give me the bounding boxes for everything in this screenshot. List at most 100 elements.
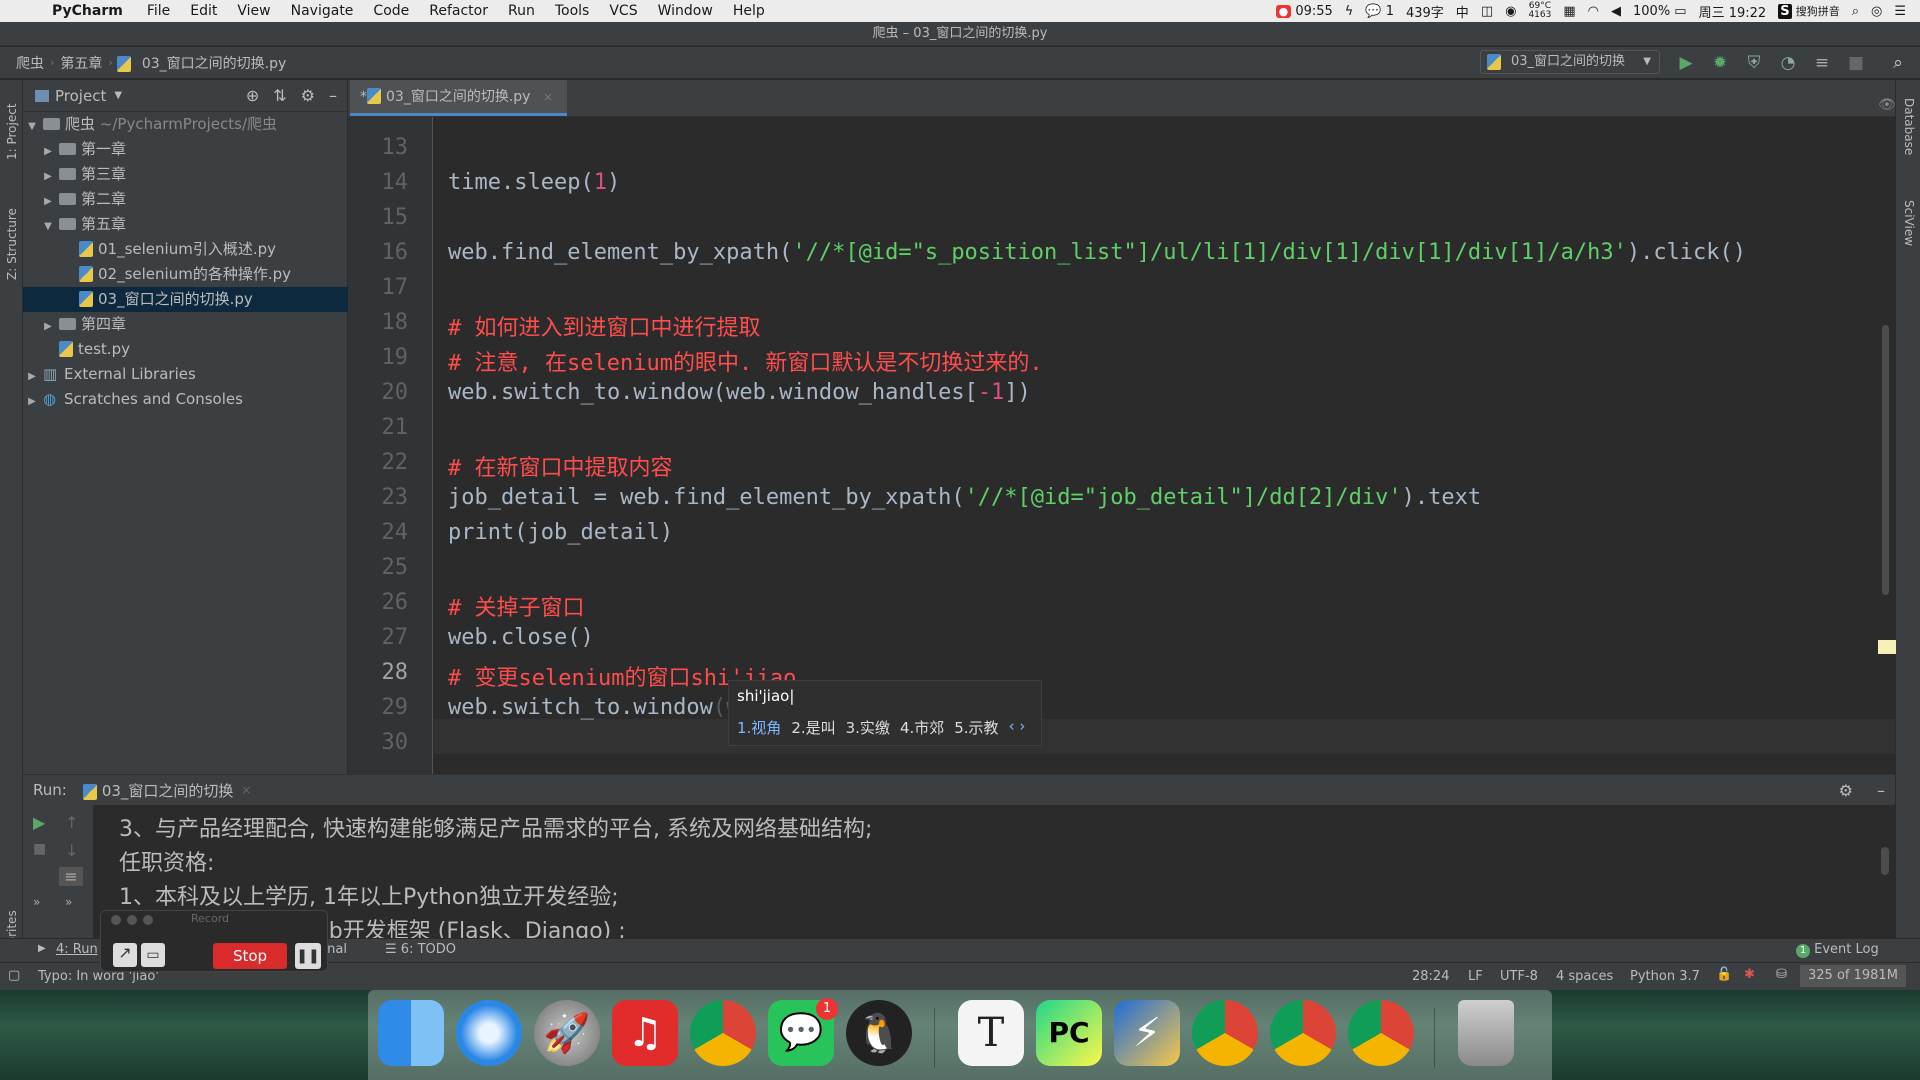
expand-arrow-icon[interactable]: ▼ (25, 114, 39, 139)
window-icon[interactable]: ▭ (141, 943, 165, 967)
tree-item-file-selected[interactable]: 03_窗口之间的切换.py (23, 287, 348, 312)
close-tab-icon[interactable]: × (241, 783, 251, 797)
project-view-select[interactable]: Project (55, 87, 106, 105)
menu-navigate[interactable]: Navigate (281, 3, 364, 19)
ime-candidate[interactable]: 4.市郊 (900, 717, 944, 738)
keyboard-icon[interactable]: ▦ (1563, 4, 1575, 19)
file-encoding[interactable]: UTF-8 (1500, 969, 1538, 984)
gear-icon[interactable]: ⚙ (301, 86, 315, 105)
spotlight-icon[interactable]: ⌕ (1852, 4, 1859, 19)
reader-mode-icon[interactable]: 👁 (1878, 97, 1896, 113)
tree-item-file[interactable]: 02_selenium的各种操作.py (23, 262, 348, 287)
code-line[interactable]: # 如何进入到进窗口中进行提取 (448, 310, 761, 342)
tool-tab-structure[interactable]: Z: Structure (5, 208, 19, 280)
menu-app-name[interactable]: PyCharm (40, 3, 137, 19)
thunder-icon[interactable]: ⚡ (1114, 1000, 1180, 1066)
qq-icon[interactable]: 🐧 (846, 1000, 912, 1066)
run-icon[interactable]: ▶ (1676, 53, 1696, 73)
tree-item-file[interactable]: test.py (23, 337, 348, 362)
line-separator[interactable]: LF (1468, 969, 1483, 984)
chrome-icon[interactable] (690, 1000, 756, 1066)
menu-code[interactable]: Code (363, 3, 419, 19)
menu-edit[interactable]: Edit (180, 3, 227, 19)
clipboard-icon[interactable]: ◫ (1481, 4, 1493, 19)
menu-refactor[interactable]: Refactor (419, 3, 498, 19)
typora-icon[interactable]: T (958, 1000, 1024, 1066)
minimize-icon[interactable]: – (1877, 781, 1885, 800)
tool-tab-todo[interactable]: ☰ 6: TODO (385, 942, 456, 957)
breadcrumb-folder[interactable]: 第五章 (54, 53, 108, 73)
code-line[interactable]: web.find_element_by_xpath('//*[@id="s_po… (448, 240, 1746, 265)
stop-recording-button[interactable]: Stop (213, 943, 287, 969)
code-line[interactable]: # 关掉子窗口 (448, 590, 585, 622)
code-line[interactable]: # 在新窗口中提取内容 (448, 450, 673, 482)
battery-status[interactable]: 100% ▭ (1633, 4, 1687, 19)
rerun-icon[interactable]: ▶ (33, 813, 45, 832)
memory-indicator[interactable]: 325 of 1981M (1800, 965, 1906, 987)
menu-run[interactable]: Run (498, 3, 545, 19)
expand-arrow-icon[interactable]: ▶ (41, 314, 55, 339)
tool-tab-project[interactable]: 1: Project (5, 103, 19, 160)
code-line[interactable]: job_detail = web.find_element_by_xpath('… (448, 485, 1481, 510)
tree-item-chapter2[interactable]: ▶ 第二章 (23, 187, 348, 212)
tree-item-scratches[interactable]: ▶ ◍ Scratches and Consoles (23, 387, 348, 412)
ime-candidate[interactable]: 3.实缴 (846, 717, 890, 738)
breadcrumb-project[interactable]: 爬虫 (10, 53, 50, 73)
more-icon[interactable]: » (33, 895, 40, 909)
menu-vcs[interactable]: VCS (599, 3, 647, 19)
code-line[interactable]: web.switch_to.window(web.window_handles[… (448, 380, 1031, 405)
record-status[interactable]: ● 09:55 (1275, 4, 1333, 19)
close-tab-icon[interactable]: × (543, 90, 553, 104)
menu-help[interactable]: Help (723, 3, 775, 19)
gear-icon[interactable]: ⚙ (1839, 781, 1853, 800)
menu-view[interactable]: View (227, 3, 280, 19)
stop-icon[interactable]: ■ (1846, 53, 1866, 73)
collapse-all-icon[interactable]: ⇅ (273, 86, 286, 105)
tree-item-external-libraries[interactable]: ▶ ▥ External Libraries (23, 362, 348, 387)
status-toggle-icon[interactable]: ▢ (8, 968, 20, 983)
tree-item-chapter4[interactable]: ▶ 第四章 (23, 312, 348, 337)
chevron-down-icon[interactable]: ▼ (114, 90, 122, 101)
code-line[interactable]: # 注意, 在selenium的眼中. 新窗口默认是不切换过来的. (448, 345, 1043, 377)
menu-window[interactable]: Window (648, 3, 723, 19)
chrome-icon[interactable] (1192, 1000, 1258, 1066)
notification-icon[interactable]: ☰ (1894, 4, 1906, 19)
clock[interactable]: 周三 19:22 (1699, 2, 1767, 21)
draw-icon[interactable]: ↗ (113, 943, 137, 967)
expand-arrow-icon[interactable]: ▼ (41, 214, 55, 239)
coverage-icon[interactable]: ⛨ (1744, 53, 1764, 73)
pause-icon[interactable]: ❚❚ (295, 943, 321, 969)
debug-icon[interactable]: ✹ (1710, 53, 1730, 73)
tree-item-root[interactable]: ▼ 爬虫 ~/PycharmProjects/爬虫 (23, 112, 348, 137)
run-config-select[interactable]: 03_窗口之间的切换 ▼ (1480, 50, 1660, 74)
ime-name[interactable]: S 搜狗拼音 (1778, 3, 1840, 19)
trash-icon[interactable] (1458, 1000, 1514, 1066)
vertical-scrollbar[interactable] (1882, 325, 1889, 595)
ime-page-arrows[interactable]: ‹ › (1009, 717, 1026, 738)
expand-arrow-icon[interactable]: ▶ (25, 364, 39, 389)
search-icon[interactable]: ⌕ (1888, 53, 1908, 73)
caret-position[interactable]: 28:24 (1412, 969, 1449, 984)
inspection-icon[interactable]: ✱ (1744, 967, 1755, 982)
ime-candidate[interactable]: 5.示教 (954, 717, 998, 738)
bolt-icon[interactable]: ϟ (1345, 4, 1354, 19)
chrome-icon[interactable] (1270, 1000, 1336, 1066)
chrome-icon[interactable] (1348, 1000, 1414, 1066)
code-line[interactable]: web.close() (448, 625, 594, 650)
pycharm-icon[interactable]: PC (1036, 1000, 1102, 1066)
python-interpreter[interactable]: Python 3.7 (1630, 969, 1700, 984)
stop-icon[interactable]: ■ (33, 841, 46, 857)
expand-arrow-icon[interactable]: ▶ (41, 189, 55, 214)
down-arrow-icon[interactable]: ↓ (65, 841, 78, 860)
wifi-icon[interactable]: ◠ (1588, 4, 1599, 19)
tool-tab-sciview[interactable]: SciView (1902, 200, 1916, 246)
menu-tools[interactable]: Tools (545, 3, 600, 19)
tree-item-chapter1[interactable]: ▶ 第一章 (23, 137, 348, 162)
more-icon[interactable]: » (65, 895, 72, 909)
netease-music-icon[interactable]: ♫ (612, 1000, 678, 1066)
indent-setting[interactable]: 4 spaces (1556, 969, 1613, 984)
minimize-icon[interactable]: – (329, 86, 337, 105)
git-icon[interactable]: ⛁ (1776, 967, 1787, 982)
breadcrumb-file[interactable]: 03_窗口之间的切换.py (136, 53, 292, 73)
ime-candidate[interactable]: 2.是叫 (791, 717, 835, 738)
